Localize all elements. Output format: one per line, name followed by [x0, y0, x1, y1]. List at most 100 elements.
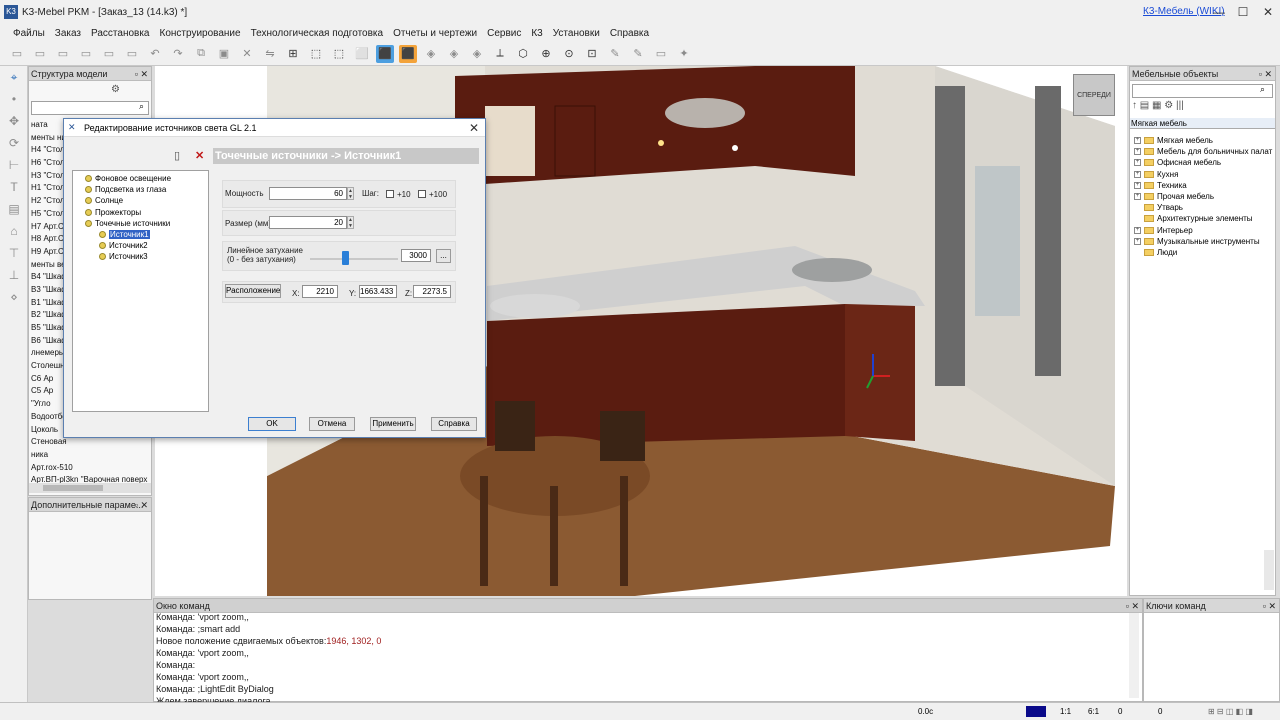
- brush-icon[interactable]: ✎: [606, 45, 624, 63]
- gear-icon[interactable]: ⚙: [1164, 100, 1173, 111]
- light-tree-item[interactable]: Источник2: [99, 240, 148, 251]
- dialog-close-button[interactable]: ✕: [469, 121, 479, 135]
- text-icon[interactable]: T: [3, 180, 25, 198]
- box-blue-icon[interactable]: ⬛: [376, 44, 394, 63]
- expand-icon[interactable]: +: [1134, 193, 1141, 201]
- panel-pin-close-icon[interactable]: ▫ ✕: [135, 67, 148, 81]
- table-icon[interactable]: ⊤: [3, 246, 25, 264]
- save-as-icon[interactable]: ▭: [77, 45, 95, 63]
- menu-construct[interactable]: Конструирование: [155, 28, 246, 39]
- grid-icon[interactable]: ⊞: [284, 45, 302, 63]
- axis-icon[interactable]: ⟂: [491, 45, 509, 63]
- menu-k3[interactable]: К3: [526, 28, 547, 39]
- cursor-icon[interactable]: ⌖: [3, 70, 25, 88]
- view-cube[interactable]: СПЕРЕДИ: [1073, 74, 1115, 116]
- structure-item[interactable]: Стеновая: [29, 436, 151, 449]
- panel-pin-close-icon[interactable]: ▫ ✕: [1259, 67, 1272, 81]
- box-orange-icon[interactable]: ⬛: [399, 44, 417, 63]
- menu-reports[interactable]: Отчеты и чертежи: [388, 28, 482, 39]
- snap-icon[interactable]: ⋄: [3, 290, 25, 308]
- move-icon[interactable]: ✥: [3, 114, 25, 132]
- new-source-icon[interactable]: ▯: [174, 149, 180, 162]
- expand-icon[interactable]: +: [1134, 170, 1141, 178]
- expand-icon[interactable]: +: [1134, 226, 1141, 234]
- box-wire-icon[interactable]: ⬚: [330, 45, 348, 63]
- save-icon[interactable]: ▭: [54, 45, 72, 63]
- open-icon[interactable]: ▭: [31, 45, 49, 63]
- light-tree-item[interactable]: Источник1: [99, 229, 150, 240]
- cancel-button[interactable]: Отмена: [309, 417, 355, 431]
- zoom-window-icon[interactable]: ⊡: [583, 45, 601, 63]
- zoom-icon[interactable]: ⊕: [537, 45, 555, 63]
- box-icon[interactable]: ⬚: [307, 45, 325, 63]
- expand-icon[interactable]: +: [1134, 159, 1141, 167]
- size-spinner[interactable]: ▲ ▼: [347, 216, 354, 229]
- panel-pin-close-icon[interactable]: ▫ ✕: [1263, 599, 1276, 613]
- box-solid-icon[interactable]: ⬜: [353, 45, 371, 63]
- power-input[interactable]: 60: [269, 187, 347, 200]
- color-swatch[interactable]: [1026, 706, 1046, 717]
- power-spinner[interactable]: ▲ ▼: [347, 187, 354, 200]
- layer-icon[interactable]: ▤: [3, 202, 25, 220]
- ok-button[interactable]: OK: [248, 417, 296, 431]
- light-tree-item[interactable]: Точечные источники: [85, 218, 170, 229]
- redo-icon[interactable]: ↷: [169, 45, 187, 63]
- category-item[interactable]: Утварь: [1134, 202, 1272, 213]
- y-input[interactable]: 1663.433: [359, 285, 397, 298]
- structure-item[interactable]: Арт.rox-510: [29, 462, 151, 475]
- light-tree-item[interactable]: Прожекторы: [85, 207, 141, 218]
- size-input[interactable]: 20: [269, 216, 347, 229]
- measure-icon[interactable]: ⊢: [3, 158, 25, 176]
- light-icon[interactable]: ✦: [675, 45, 693, 63]
- search-icon[interactable]: ⌕: [139, 101, 144, 112]
- expand-icon[interactable]: +: [1134, 137, 1141, 145]
- attenuation-slider-track[interactable]: [310, 258, 398, 260]
- list-icon[interactable]: ▦: [1152, 100, 1161, 111]
- help-button[interactable]: Справка: [431, 417, 477, 431]
- category-item[interactable]: + Кухня: [1134, 169, 1272, 180]
- columns-icon[interactable]: |||: [1176, 100, 1184, 111]
- search-icon[interactable]: ⌕: [1260, 84, 1265, 95]
- category-item[interactable]: + Мебель для больничных палат: [1134, 146, 1272, 157]
- minimize-button[interactable]: —: [1211, 4, 1227, 20]
- delete-source-icon[interactable]: ✕: [195, 149, 204, 162]
- structure-search-input[interactable]: [31, 101, 149, 115]
- up-icon[interactable]: ↑: [1132, 100, 1137, 111]
- apply-button[interactable]: Применить: [370, 417, 416, 431]
- print-icon[interactable]: ▭: [100, 45, 118, 63]
- light-tree-item[interactable]: Солнце: [85, 195, 123, 206]
- delete-icon[interactable]: ✕: [238, 45, 256, 63]
- menu-order[interactable]: Заказ: [50, 28, 86, 39]
- expand-icon[interactable]: +: [1134, 237, 1141, 245]
- cube-view-icon[interactable]: ⬡: [514, 45, 532, 63]
- chair-icon[interactable]: ⊥: [3, 268, 25, 286]
- step10-checkbox[interactable]: [386, 190, 394, 198]
- menu-help[interactable]: Справка: [605, 28, 654, 39]
- objects-search-input[interactable]: [1132, 84, 1273, 98]
- expand-icon[interactable]: +: [1134, 181, 1141, 189]
- step100-checkbox[interactable]: [418, 190, 426, 198]
- position-button[interactable]: Расположение: [225, 284, 281, 298]
- menu-service[interactable]: Сервис: [482, 28, 526, 39]
- paste-icon[interactable]: ▣: [215, 45, 233, 63]
- pen-icon[interactable]: ✎: [629, 45, 647, 63]
- maximize-button[interactable]: ☐: [1235, 4, 1251, 20]
- light-tree-item[interactable]: Подсветка из глаза: [85, 184, 166, 195]
- panel-pin-close-icon[interactable]: ▫ ✕: [135, 498, 148, 512]
- attenuation-slider-thumb[interactable]: [342, 251, 350, 265]
- show-icon[interactable]: ◈: [445, 45, 463, 63]
- hide-icon[interactable]: ◈: [422, 45, 440, 63]
- light-tree-item[interactable]: Фоновое освещение: [85, 173, 171, 184]
- category-item[interactable]: Люди: [1134, 247, 1272, 258]
- vertical-scrollbar[interactable]: [1264, 550, 1274, 590]
- layer-icon[interactable]: ◈: [468, 45, 486, 63]
- folder-icon[interactable]: ▤: [1140, 100, 1149, 111]
- panel-pin-close-icon[interactable]: ▫ ✕: [1126, 599, 1139, 613]
- attenuation-browse-button[interactable]: ...: [436, 249, 451, 263]
- category-item[interactable]: + Техника: [1134, 180, 1272, 191]
- status-icons[interactable]: ⊞ ⊟ ◫ ◧ ◨: [1208, 707, 1253, 716]
- menu-settings[interactable]: Установки: [548, 28, 605, 39]
- mirror-icon[interactable]: ⇋: [261, 45, 279, 63]
- sofa-icon[interactable]: ⌂: [3, 224, 25, 242]
- zoom-all-icon[interactable]: ⊙: [560, 45, 578, 63]
